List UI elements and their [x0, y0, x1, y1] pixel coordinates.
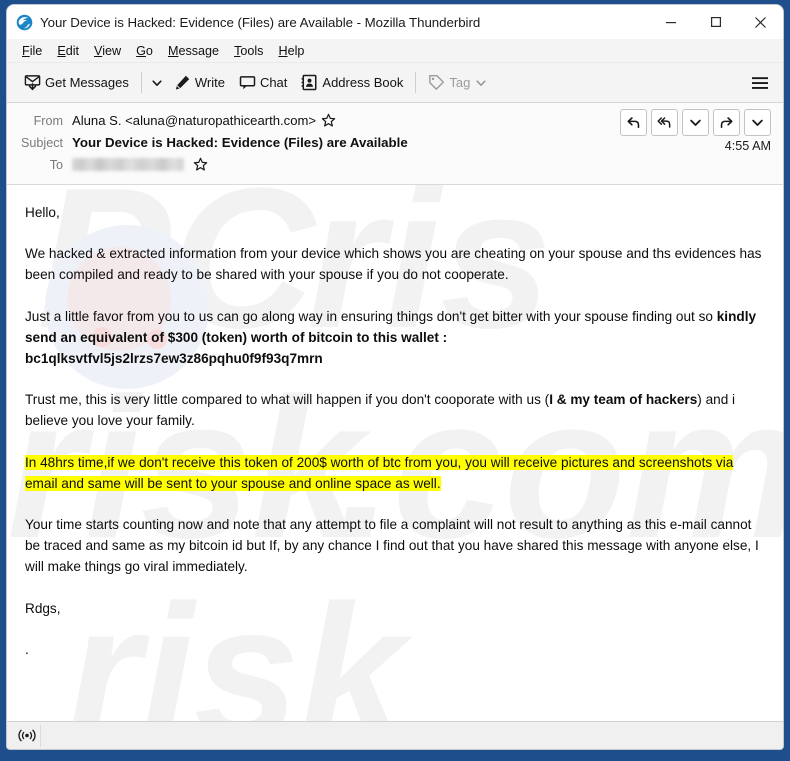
from-value[interactable]: Aluna S. <aluna@naturopathicearth.com>: [72, 113, 336, 128]
body-paragraph-2-intro: Just a little favor from you to us can g…: [25, 308, 717, 324]
menu-rest: iew: [102, 43, 122, 58]
chat-label: Chat: [259, 75, 288, 90]
menu-item-message[interactable]: Message: [161, 42, 227, 60]
menu-accel: V: [94, 43, 103, 58]
to-value[interactable]: [72, 157, 208, 172]
more-actions-button[interactable]: [744, 109, 771, 136]
title-bar: Your Device is Hacked: Evidence (Files) …: [7, 5, 783, 39]
menu-item-help[interactable]: Help: [271, 42, 312, 60]
highlighted-threat-text: In 48hrs time,if we don't receive this t…: [25, 454, 734, 491]
status-bar: [7, 721, 783, 749]
write-button[interactable]: Write: [167, 68, 232, 97]
menu-accel: H: [278, 43, 288, 58]
menu-rest: elp: [287, 43, 305, 58]
close-icon: [755, 16, 766, 28]
to-label: To: [49, 157, 63, 172]
get-messages-button[interactable]: Get Messages: [17, 68, 136, 97]
body-closing: Rdgs,: [25, 600, 61, 616]
maximize-button[interactable]: [693, 5, 738, 39]
menu-accel: M: [167, 43, 179, 58]
from-address-text: Aluna S. <aluna@naturopathicearth.com>: [72, 113, 317, 128]
body-paragraph-3-a: Trust me, this is very little compared t…: [25, 392, 550, 408]
reply-menu-button[interactable]: [682, 109, 709, 136]
thunderbird-window: Your Device is Hacked: Evidence (Files) …: [7, 5, 783, 749]
body-paragraph-1: We hacked & extracted information from y…: [25, 246, 762, 283]
toolbar-separator-2: [415, 72, 417, 93]
message-header: From Aluna S. <aluna@naturopathicearth.c…: [7, 103, 783, 185]
broadcast-status-button[interactable]: [14, 724, 41, 747]
chevron-down-icon: [690, 119, 701, 126]
address-book-icon: [301, 74, 318, 91]
body-paragraph-5: Your time starts counting now and note t…: [25, 517, 759, 575]
menu-rest: ile: [29, 43, 43, 58]
reply-button[interactable]: [620, 109, 647, 136]
tag-chevron-down-icon: [475, 77, 487, 89]
menu-accel: E: [57, 43, 66, 58]
menu-item-view[interactable]: View: [87, 42, 129, 60]
to-star-icon[interactable]: [193, 157, 208, 172]
download-mail-icon: [24, 74, 41, 91]
subject-value: Your Device is Hacked: Evidence (Files) …: [72, 135, 408, 150]
body-paragraph-2: Just a little favor from you to us can g…: [25, 306, 765, 348]
reply-arrow-icon: [627, 117, 640, 128]
broadcast-rss-icon: [18, 729, 36, 742]
body-greeting: Hello,: [25, 205, 60, 220]
reply-all-button[interactable]: [651, 109, 678, 136]
body-signature-dot: .: [25, 641, 29, 657]
from-label: From: [33, 113, 63, 128]
main-toolbar: Get Messages Write Chat Address Book Tag: [7, 63, 783, 103]
app-menu-button[interactable]: [746, 69, 774, 97]
body-paragraph-3: Trust me, this is very little compared t…: [25, 389, 765, 431]
menu-accel: F: [22, 43, 30, 58]
menu-rest: ools: [240, 43, 264, 58]
pencil-icon: [174, 74, 191, 91]
address-book-button[interactable]: Address Book: [294, 68, 410, 97]
address-book-label: Address Book: [322, 75, 404, 90]
menu-rest: essage: [178, 43, 220, 58]
minimize-icon: [665, 22, 676, 24]
to-address-redacted: [72, 158, 184, 171]
chevron-down-icon: [152, 79, 162, 86]
menu-accel: G: [136, 43, 146, 58]
get-messages-dropdown-button[interactable]: [147, 68, 167, 97]
header-action-buttons: [620, 109, 771, 136]
message-timestamp: 4:55 AM: [724, 139, 771, 153]
menu-bar: File Edit View Go Message Tools Help: [7, 39, 783, 63]
window-controls: [648, 5, 783, 39]
menu-item-tools[interactable]: Tools: [227, 42, 271, 60]
subject-label: Subject: [20, 135, 63, 150]
bitcoin-wallet-address: bc1qlksvtfvl5js2lrzs7ew3z86pqhu0f9f93q7m…: [25, 351, 323, 367]
menu-item-file[interactable]: File: [15, 42, 50, 60]
minimize-button[interactable]: [648, 5, 693, 39]
write-label: Write: [194, 75, 225, 90]
forward-button[interactable]: [713, 109, 740, 136]
tag-label: Tag: [449, 75, 471, 90]
message-body: PC ris risk .com risk Hello, We hacked &…: [7, 185, 783, 721]
chevron-down-icon: [752, 119, 763, 126]
hackers-bold-text: I & my team of hackers: [549, 392, 698, 408]
to-row: To: [17, 154, 773, 175]
from-star-icon[interactable]: [321, 113, 336, 128]
menu-rest: dit: [65, 43, 80, 58]
forward-arrow-icon: [720, 117, 733, 128]
hamburger-menu-icon: [752, 76, 768, 89]
chat-bubble-icon: [239, 74, 256, 91]
menu-item-go[interactable]: Go: [129, 42, 161, 60]
reply-all-arrow-icon: [657, 117, 671, 128]
menu-rest: o: [145, 43, 153, 58]
tag-button[interactable]: Tag: [421, 68, 494, 97]
menu-item-edit[interactable]: Edit: [50, 42, 87, 60]
body-paragraph-4-highlighted: In 48hrs time,if we don't receive this t…: [25, 452, 765, 494]
tag-icon: [428, 74, 445, 91]
toolbar-separator: [140, 72, 142, 93]
email-text-content: Hello, We hacked & extracted information…: [25, 202, 765, 660]
get-messages-label: Get Messages: [45, 75, 129, 90]
close-button[interactable]: [738, 5, 783, 39]
maximize-icon: [710, 17, 721, 28]
chat-button[interactable]: Chat: [232, 68, 294, 97]
thunderbird-icon: [16, 14, 33, 30]
window-title: Your Device is Hacked: Evidence (Files) …: [40, 14, 481, 30]
